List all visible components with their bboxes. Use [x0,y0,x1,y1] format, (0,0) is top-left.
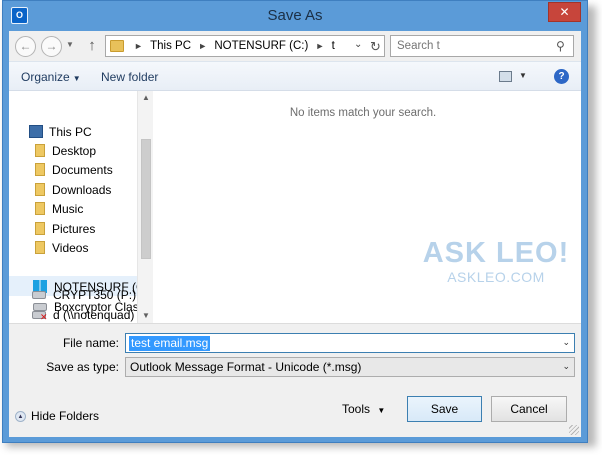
drive-icon [32,291,46,299]
file-name-value[interactable]: test email.msg [129,336,211,351]
window-title: Save As [267,7,323,24]
scroll-thumb[interactable] [141,139,151,259]
tree-item-label: Documents [52,163,113,177]
save-as-type-select[interactable]: Outlook Message Format - Unicode (*.msg)… [125,357,575,377]
tree-item-label: Downloads [52,183,112,197]
tree-item-label: CRYPT350 (P:) [53,288,136,302]
breadcrumb: ► This PC ► NOTENSURF (C:) ► t [130,40,335,54]
tree-item-label: Pictures [52,222,96,236]
folder-icon [35,241,45,254]
folder-icon [35,163,45,176]
disconnected-x-icon: ✕ [40,312,48,322]
new-folder-button[interactable]: New folder [101,70,158,84]
help-icon[interactable]: ? [554,69,569,84]
view-options-icon[interactable] [499,71,512,82]
navigation-scrollbar[interactable]: ▲ ▼ [137,91,153,323]
file-list-pane[interactable]: No items match your search. ASK LEO! ASK… [153,91,581,323]
file-name-field[interactable]: test email.msg ⌄ [125,333,575,353]
caret-down-icon: ▼ [519,71,527,80]
breadcrumb-drive[interactable]: NOTENSURF (C:) [214,40,308,52]
chevron-right-icon: ► [315,41,325,51]
folder-icon [35,144,45,157]
tools-label: Tools [342,402,371,416]
tools-button[interactable]: Tools ▼ [342,402,385,416]
resize-grip[interactable] [569,425,579,435]
tree-item-label: This PC [49,125,92,139]
breadcrumb-this-pc[interactable]: This PC [150,40,191,52]
arrow-right-icon: → [45,39,58,53]
chevron-up-icon: ▲ [15,411,26,422]
breadcrumb-folder[interactable]: t [332,40,335,52]
up-button[interactable]: ↑ [85,37,99,55]
drive-icon [33,303,47,311]
save-as-dialog: O Save As ✕ ← → ▼ ↑ ► This PC ► NOTENSUR… [2,0,588,443]
address-row: ← → ▼ ↑ ► This PC ► NOTENSURF (C:) ► t ⌄… [9,31,581,63]
watermark-main: ASK LEO! [422,237,570,269]
save-form: File name: test email.msg ⌄ Save as type… [9,323,581,437]
empty-state-message: No items match your search. [289,107,437,119]
address-bar[interactable]: ► This PC ► NOTENSURF (C:) ► t ⌄ [105,35,383,57]
search-input[interactable] [395,38,545,54]
tree-item-label: d (\\notenquad) (Z [53,308,136,322]
forward-button[interactable]: → [41,36,62,57]
recent-locations-dropdown[interactable]: ▼ [66,40,74,49]
refresh-icon: ↻ [370,39,381,54]
tree-item-label: Music [52,202,84,216]
organize-label: Organize [21,70,70,84]
folder-icon [35,222,45,235]
computer-icon [29,125,43,138]
save-as-type-value: Outlook Message Format - Unicode (*.msg) [130,360,362,374]
scroll-down-icon[interactable]: ▼ [138,309,154,323]
dialog-client-area: ← → ▼ ↑ ► This PC ► NOTENSURF (C:) ► t ⌄… [9,31,581,437]
chevron-down-icon: ⌄ [354,39,363,50]
address-dropdown-button[interactable]: ⌄ [354,39,366,50]
refresh-button[interactable]: ↻ [367,35,385,57]
chevron-down-icon[interactable]: ⌄ [562,361,570,372]
chevron-right-icon: ► [134,41,143,51]
chevron-right-icon: ► [198,41,208,51]
close-button[interactable]: ✕ [548,2,581,22]
chevron-down-icon: ▼ [66,40,74,49]
tree-item-label: Desktop [52,144,97,158]
view-options-dropdown[interactable]: ▼ [519,71,527,80]
arrow-left-icon: ← [19,39,32,53]
search-icon[interactable]: ⚲ [556,39,568,53]
hide-folders-label: Hide Folders [31,409,100,423]
file-name-label: File name: [62,336,119,350]
ask-leo-watermark: ASK LEO! ASKLEO.COM [421,237,571,285]
search-box[interactable]: ⚲ [390,35,574,57]
folder-icon [110,40,124,52]
cancel-button[interactable]: Cancel [491,396,567,422]
arrow-up-icon: ↑ [88,37,96,54]
command-bar: Organize ▼ New folder ▼ ? [9,61,581,91]
scroll-up-icon[interactable]: ▲ [138,91,154,105]
folder-icon [35,183,45,196]
folder-icon [35,202,45,215]
chevron-down-icon[interactable]: ⌄ [562,337,570,348]
caret-down-icon: ▼ [72,74,81,83]
save-button[interactable]: Save [407,396,482,422]
save-as-type-label: Save as type: [46,360,119,374]
back-button[interactable]: ← [15,36,36,57]
caret-down-icon: ▼ [377,406,386,415]
tree-item-label: Videos [52,241,89,255]
organize-button[interactable]: Organize ▼ [21,70,81,84]
watermark-sub: ASKLEO.COM [447,269,545,285]
title-bar[interactable]: O Save As ✕ [3,1,587,31]
